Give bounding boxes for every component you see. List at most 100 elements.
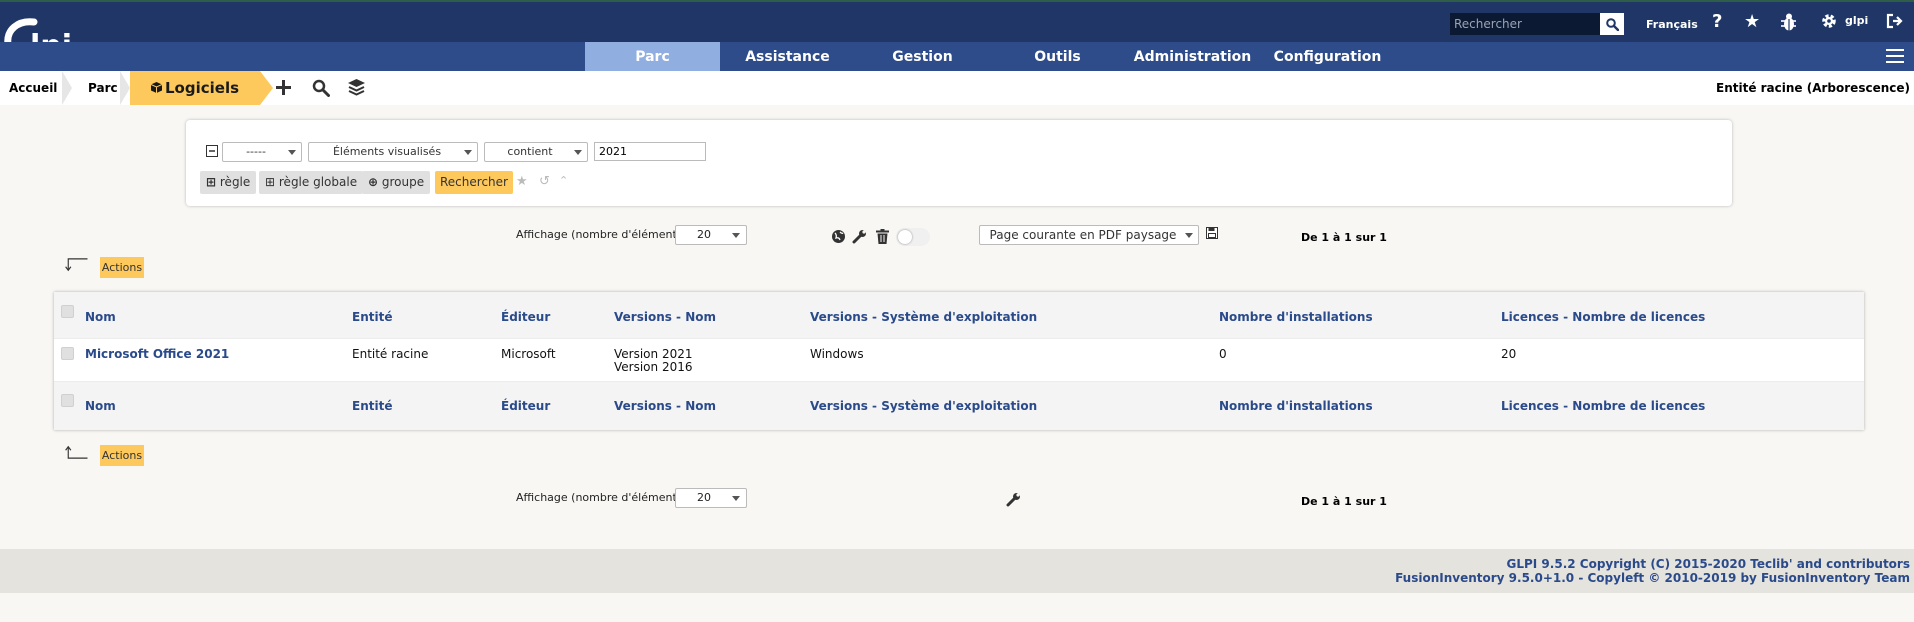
site-footer: GLPI 9.5.2 Copyright (C) 2015-2020 Tecli… xyxy=(0,549,1914,593)
box-icon xyxy=(150,82,163,93)
save-search-star-icon[interactable]: ★ xyxy=(516,174,528,189)
breadcrumb-current[interactable]: Logiciels xyxy=(130,71,260,105)
column-footer-versions-nom[interactable]: Versions - Nom xyxy=(614,399,716,413)
results-table: Nom Entité Éditeur Versions - Nom Versio… xyxy=(54,292,1864,430)
select-all-checkbox[interactable] xyxy=(61,305,74,318)
per-page-select[interactable]: 20 xyxy=(675,225,747,245)
column-footer-entite[interactable]: Entité xyxy=(352,399,392,413)
table-row: Microsoft Office 2021 Entité racine Micr… xyxy=(54,338,1864,382)
plus-square-icon: ⊞ xyxy=(206,175,217,189)
column-footer-versions-os[interactable]: Versions - Système d'exploitation xyxy=(810,399,1037,413)
pager-label-bottom: Affichage (nombre d'éléments) xyxy=(516,491,687,504)
search-icon[interactable] xyxy=(312,79,330,97)
software-name-link[interactable]: Microsoft Office 2021 xyxy=(85,348,229,361)
globe-icon[interactable] xyxy=(831,229,846,244)
search-icon xyxy=(1605,17,1619,31)
column-header-entite[interactable]: Entité xyxy=(352,310,392,324)
column-footer-licences[interactable]: Licences - Nombre de licences xyxy=(1501,399,1705,413)
breadcrumb: Accueil Parc Logiciels Entité racine (Ar… xyxy=(0,71,1914,105)
add-rule-button[interactable]: ⊞ règle xyxy=(200,171,257,194)
global-search xyxy=(1450,13,1624,35)
trash-icon[interactable] xyxy=(876,229,889,244)
actions-button-bottom[interactable]: Actions xyxy=(100,445,144,466)
language-selector[interactable]: Français xyxy=(1646,18,1698,31)
main-menu: Parc Assistance Gestion Outils Administr… xyxy=(0,42,1914,73)
arrow-up-left-icon xyxy=(65,445,88,459)
operator-select[interactable]: contient xyxy=(484,142,588,162)
cell-installations: 0 xyxy=(1219,347,1227,361)
bug-icon[interactable] xyxy=(1780,12,1798,32)
menu-parc[interactable]: Parc xyxy=(585,42,720,73)
menu-toggle-icon[interactable] xyxy=(1886,49,1904,65)
gear-icon[interactable] xyxy=(1821,13,1837,29)
link-select[interactable]: ----- xyxy=(222,142,302,162)
add-global-rule-button[interactable]: ⊞ règle globale xyxy=(259,171,364,194)
top-header: lpi Français ? ★ glpi Parc Assistance Ge… xyxy=(0,0,1914,73)
star-icon[interactable]: ★ xyxy=(1744,12,1760,32)
add-rule-label: règle xyxy=(219,175,251,189)
search-submit-button[interactable]: Rechercher xyxy=(435,171,513,194)
column-header-installations[interactable]: Nombre d'installations xyxy=(1219,310,1373,324)
breadcrumb-arrow xyxy=(260,71,273,105)
search-button[interactable] xyxy=(1600,13,1624,35)
menu-outils[interactable]: Outils xyxy=(990,42,1125,73)
logout-icon[interactable] xyxy=(1886,13,1904,29)
column-header-nom[interactable]: Nom xyxy=(85,310,116,324)
help-icon[interactable]: ? xyxy=(1712,12,1722,32)
glpi-copyright-link[interactable]: GLPI 9.5.2 Copyright (C) 2015-2020 Tecli… xyxy=(1507,557,1911,571)
breadcrumb-parc[interactable]: Parc xyxy=(88,71,118,105)
arrow-down-left-icon xyxy=(65,258,88,272)
add-group-label: groupe xyxy=(381,175,425,189)
breadcrumb-current-label: Logiciels xyxy=(165,79,240,97)
actions-button-top[interactable]: Actions xyxy=(100,257,144,278)
collapse-icon[interactable]: ⌃ xyxy=(559,174,568,187)
user-name[interactable]: glpi xyxy=(1845,14,1868,27)
menu-assistance[interactable]: Assistance xyxy=(720,42,855,73)
search-criteria-panel: ----- Éléments visualisés contient ⊞ règ… xyxy=(186,120,1732,206)
cell-licenses: 20 xyxy=(1501,347,1517,361)
wrench-icon[interactable] xyxy=(852,229,867,244)
add-group-button[interactable]: ⊕ groupe xyxy=(362,171,431,194)
table-header-row: Nom Entité Éditeur Versions - Nom Versio… xyxy=(54,292,1864,338)
toggle-knob xyxy=(898,230,912,244)
per-page-select-bottom[interactable]: 20 xyxy=(675,488,747,508)
column-header-licences[interactable]: Licences - Nombre de licences xyxy=(1501,310,1705,324)
breadcrumb-home[interactable]: Accueil xyxy=(9,71,57,105)
pager-count: De 1 à 1 sur 1 xyxy=(1301,231,1387,244)
table-footer-row: Nom Entité Éditeur Versions - Nom Versio… xyxy=(54,382,1864,430)
cell-version: Version 2016 xyxy=(614,360,693,374)
menu-configuration[interactable]: Configuration xyxy=(1260,42,1395,73)
column-footer-editeur[interactable]: Éditeur xyxy=(501,399,550,413)
column-header-versions-nom[interactable]: Versions - Nom xyxy=(614,310,716,324)
menu-gestion[interactable]: Gestion xyxy=(855,42,990,73)
pager-count-bottom: De 1 à 1 sur 1 xyxy=(1301,495,1387,508)
column-footer-nom[interactable]: Nom xyxy=(85,399,116,413)
pager-label: Affichage (nombre d'éléments) xyxy=(516,228,687,241)
add-icon[interactable] xyxy=(275,79,292,96)
plus-square-outline-icon: ⊞ xyxy=(265,175,276,189)
active-entity[interactable]: Entité racine (Arborescence) xyxy=(1716,81,1910,95)
fusioninventory-copyright-link[interactable]: FusionInventory 9.5.0+1.0 - Copyleft © 2… xyxy=(1395,571,1910,585)
global-search-input[interactable] xyxy=(1450,13,1600,35)
cell-entity: Entité racine xyxy=(352,347,429,361)
breadcrumb-separator xyxy=(62,71,72,105)
menu-administration[interactable]: Administration xyxy=(1125,42,1260,73)
criteria-value-input[interactable] xyxy=(594,142,706,161)
reset-search-icon[interactable]: ↺ xyxy=(539,174,550,189)
wrench-icon[interactable] xyxy=(1006,492,1021,507)
remove-criteria-icon[interactable] xyxy=(206,145,218,157)
cell-os: Windows xyxy=(810,347,864,361)
export-format-select[interactable]: Page courante en PDF paysage xyxy=(979,225,1199,245)
column-header-editeur[interactable]: Éditeur xyxy=(501,310,550,324)
export-save-icon[interactable] xyxy=(1206,227,1218,239)
trash-toggle[interactable] xyxy=(896,228,930,246)
field-select[interactable]: Éléments visualisés xyxy=(308,142,478,162)
column-header-versions-os[interactable]: Versions - Système d'exploitation xyxy=(810,310,1037,324)
column-footer-installations[interactable]: Nombre d'installations xyxy=(1219,399,1373,413)
layers-icon[interactable] xyxy=(347,78,366,97)
row-checkbox[interactable] xyxy=(61,347,74,360)
cell-editor: Microsoft xyxy=(501,347,556,361)
add-global-rule-label: règle globale xyxy=(278,175,358,189)
select-all-checkbox-bottom[interactable] xyxy=(61,394,74,407)
breadcrumb-separator xyxy=(120,71,130,105)
